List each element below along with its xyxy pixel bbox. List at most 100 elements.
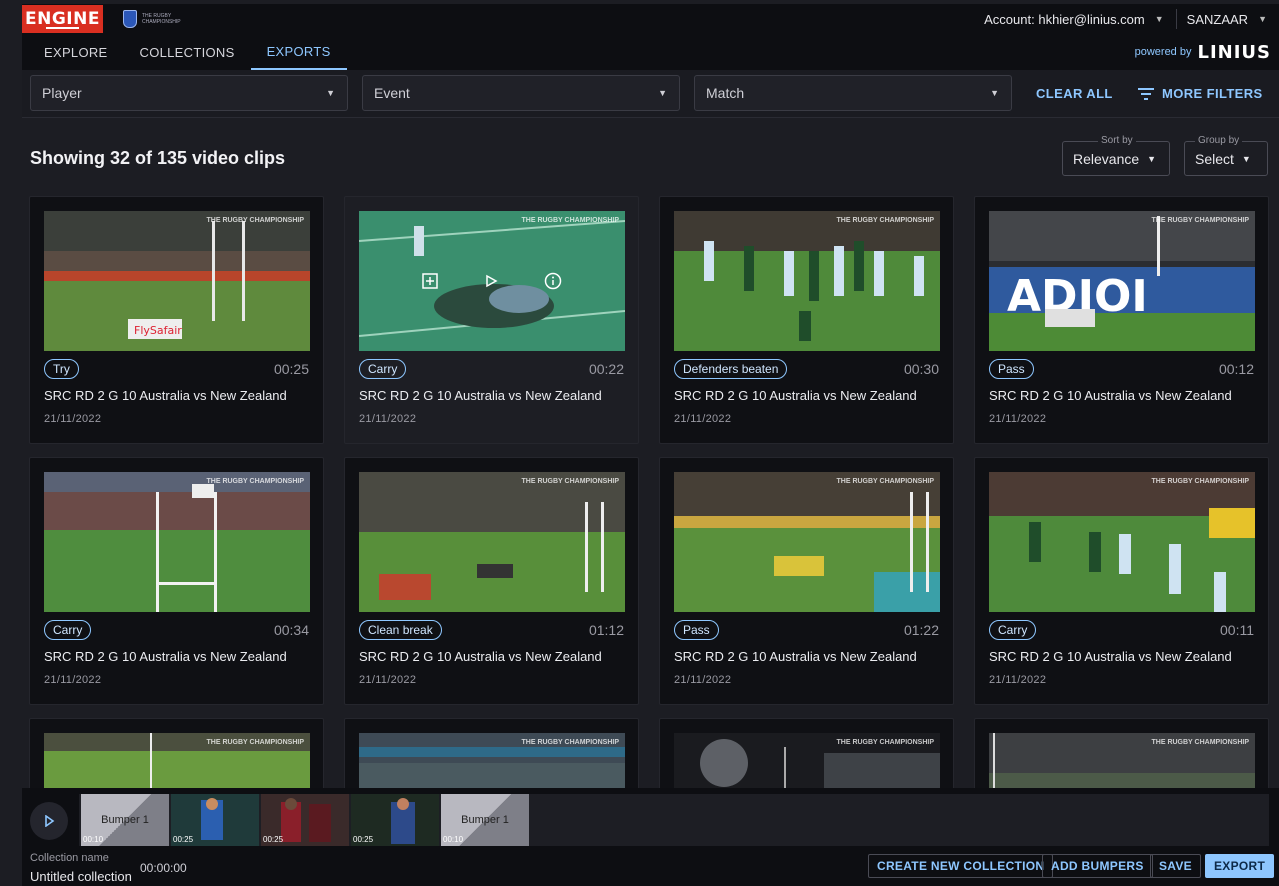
org-dropdown-icon[interactable]: ▼ [1258, 14, 1267, 24]
collection-name[interactable]: Untitled collection [30, 869, 132, 884]
clip-thumbnail[interactable]: THE RUGBY CHAMPIONSHIP [359, 472, 625, 612]
clip-card[interactable]: THE RUGBY CHAMPIONSHIP Carry 00:11 SRC R… [974, 457, 1269, 705]
clip-date: 21/11/2022 [674, 674, 732, 686]
event-tag[interactable]: Pass [989, 359, 1034, 379]
clip-duration: 00:11 [1220, 622, 1254, 638]
tab-collections[interactable]: COLLECTIONS [124, 34, 251, 70]
add-bumpers-button[interactable]: ADD BUMPERS [1042, 854, 1153, 878]
clip-card[interactable]: THE RUGBY CHAMPIONSHIP [974, 718, 1269, 799]
clip-duration: 00:34 [273, 622, 309, 638]
event-tag[interactable]: Try [44, 359, 79, 379]
clip-title: SRC RD 2 G 10 Australia vs New Zealand [359, 649, 602, 664]
player-filter[interactable]: Player ▼ [30, 75, 348, 111]
thumbnail-watermark: THE RUGBY CHAMPIONSHIP [521, 739, 620, 746]
clip-card[interactable]: THE RUGBY CHAMPIONSHIP Clean break 01:12… [344, 457, 639, 705]
filter-bar: Player ▼ Event ▼ Match ▼ CLEAR ALL MORE FIL… [22, 70, 1279, 118]
thumbnail-watermark: THE RUGBY CHAMPIONSHIP [1151, 478, 1250, 485]
play-icon [45, 815, 55, 827]
clip-thumbnail[interactable]: THE RUGBY CHAMPIONSHIP [989, 472, 1255, 612]
save-button[interactable]: SAVE [1150, 854, 1201, 878]
event-tag[interactable]: Defenders beaten [674, 359, 788, 379]
clip-card[interactable]: THE RUGBY CHAMPIONSHIP [659, 718, 954, 799]
group-by-select[interactable]: Group by Select ▼ [1184, 135, 1268, 176]
clip-thumbnail[interactable]: ADIOI THE RUGBY CHAMPIONSHIP [989, 211, 1255, 351]
clip-thumbnail[interactable]: THE RUGBY CHAMPIONSHIP [44, 472, 310, 612]
clip-title: SRC RD 2 G 10 Australia vs New Zealand [44, 388, 287, 403]
thumbnail-watermark: THE RUGBY CHAMPIONSHIP [1151, 739, 1250, 746]
clip-date: 21/11/2022 [989, 413, 1047, 425]
chevron-down-icon: ▼ [990, 88, 999, 98]
tab-exports[interactable]: EXPORTS [250, 34, 347, 70]
clip-thumbnail[interactable]: FlySafair THE RUGBY CHAMPIONSHIP [44, 211, 310, 351]
collection-timeline[interactable]: Bumper 1 00:10 00:25 00:25 00:25 Bumper … [79, 794, 1269, 846]
clip-card[interactable]: THE RUGBY CHAMPIONSHIP [29, 718, 324, 799]
play-collection-button[interactable] [30, 802, 68, 840]
export-button[interactable]: EXPORT [1205, 854, 1275, 878]
group-by-label: Group by [1195, 135, 1243, 146]
org-label[interactable]: SANZAAR [1187, 12, 1248, 27]
timeline-item-time: 00:25 [353, 835, 374, 844]
collection-name-label: Collection name [30, 852, 109, 864]
account-menu[interactable]: Account: hkhier@linius.com ▼ SANZAAR ▼ [984, 4, 1279, 34]
clip-duration: 00:12 [1218, 361, 1254, 377]
clip-title: SRC RD 2 G 10 Australia vs New Zealand [44, 649, 287, 664]
thumbnail-watermark: THE RUGBY CHAMPIONSHIP [206, 217, 305, 224]
clip-date: 21/11/2022 [989, 674, 1047, 686]
clip-title: SRC RD 2 G 10 Australia vs New Zealand [674, 388, 917, 403]
clip-thumbnail[interactable]: THE RUGBY CHAMPIONSHIP [674, 472, 940, 612]
collection-total-time: 00:00:00 [140, 861, 187, 875]
clip-thumbnail[interactable]: THE RUGBY CHAMPIONSHIP [674, 211, 940, 351]
results-count: Showing 32 of 135 video clips [30, 148, 286, 168]
thumbnail-watermark: THE RUGBY CHAMPIONSHIP [1151, 217, 1250, 224]
sort-by-select[interactable]: Sort by Relevance ▼ [1062, 135, 1170, 176]
timeline-bumper[interactable]: Bumper 1 00:10 [81, 794, 169, 846]
chevron-down-icon: ▼ [1241, 153, 1251, 164]
event-tag[interactable]: Carry [989, 620, 1037, 640]
event-tag[interactable]: Carry [359, 359, 407, 379]
clip-card[interactable]: THE RUGBY CHAMPIONSHIP Carry 00:34 SRC R… [29, 457, 324, 705]
timeline-clip[interactable]: 00:25 [351, 794, 439, 846]
collection-bar: Bumper 1 00:10 00:25 00:25 00:25 Bumper … [22, 788, 1279, 886]
bumper-label: Bumper 1 [461, 814, 509, 826]
filter-icon [1138, 87, 1154, 100]
thumbnail-watermark: THE RUGBY CHAMPIONSHIP [206, 739, 305, 746]
clip-thumbnail[interactable]: THE RUGBY CHAMPIONSHIP [359, 211, 625, 351]
clear-all-button[interactable]: CLEAR ALL [1036, 86, 1113, 101]
thumbnail-watermark: THE RUGBY CHAMPIONSHIP [521, 478, 620, 485]
add-to-collection-icon[interactable] [422, 273, 438, 289]
clip-title: SRC RD 2 G 10 Australia vs New Zealand [674, 649, 917, 664]
powered-by: powered by LINIUS [1135, 34, 1271, 70]
match-filter[interactable]: Match ▼ [694, 75, 1012, 111]
rc-logo-text: THE RUGBY CHAMPIONSHIP [142, 13, 181, 25]
powered-by-label: powered by [1134, 46, 1192, 58]
clip-duration: 00:30 [903, 361, 939, 377]
clip-title: SRC RD 2 G 10 Australia vs New Zealand [989, 649, 1232, 664]
clip-card[interactable]: THE RUGBY CHAMPIONSHIP Pass 01:22 SRC RD… [659, 457, 954, 705]
account-dropdown-icon[interactable]: ▼ [1155, 14, 1164, 24]
clip-title: SRC RD 2 G 10 Australia vs New Zealand [989, 388, 1232, 403]
clip-card[interactable]: THE RUGBY CHAMPIONSHIP Defenders beaten … [659, 196, 954, 444]
clip-card[interactable]: THE RUGBY CHAMPIONSHIP Carry 00:22 SRC R… [344, 196, 639, 444]
timeline-clip[interactable]: 00:25 [261, 794, 349, 846]
create-new-collection-button[interactable]: CREATE NEW COLLECTION [868, 854, 1054, 878]
timeline-item-time: 00:10 [443, 835, 464, 844]
event-tag[interactable]: Pass [674, 620, 719, 640]
more-filters-button[interactable]: MORE FILTERS [1138, 86, 1263, 101]
event-filter[interactable]: Event ▼ [362, 75, 680, 111]
clip-card[interactable]: ADIOI THE RUGBY CHAMPIONSHIP Pass 00:12 … [974, 196, 1269, 444]
tab-explore[interactable]: EXPLORE [22, 34, 124, 70]
clip-card[interactable]: THE RUGBY CHAMPIONSHIP [344, 718, 639, 799]
engine-logo[interactable]: ENGINE [22, 5, 103, 33]
clip-duration: 01:22 [903, 622, 939, 638]
event-tag[interactable]: Clean break [359, 620, 442, 640]
play-icon[interactable] [484, 274, 498, 288]
event-tag[interactable]: Carry [44, 620, 92, 640]
timeline-bumper[interactable]: Bumper 1 00:10 [441, 794, 529, 846]
info-icon[interactable] [544, 272, 562, 290]
clip-date: 21/11/2022 [359, 413, 417, 425]
account-label: Account: hkhier@linius.com [984, 11, 1145, 27]
clip-card[interactable]: FlySafair THE RUGBY CHAMPIONSHIP Try 00:… [29, 196, 324, 444]
timeline-clip[interactable]: 00:25 [171, 794, 259, 846]
sort-by-label: Sort by [1098, 135, 1136, 146]
timeline-item-time: 00:25 [263, 835, 284, 844]
